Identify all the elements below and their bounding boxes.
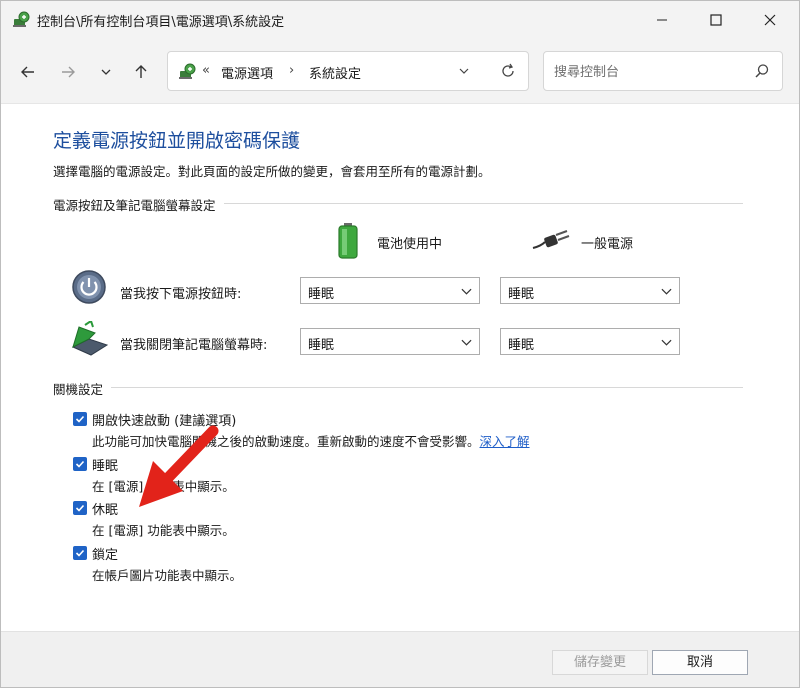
power-button-action-label: 當我按下電源按鈕時: — [120, 287, 242, 302]
navigation-bar: « 電源選項 › 系統設定 — [1, 39, 799, 104]
title-bar: 控制台\所有控制台項目\電源選項\系統設定 — [1, 1, 799, 39]
select-value: 睡眠 — [308, 287, 335, 302]
save-changes-button[interactable]: 儲存變更 — [552, 650, 648, 675]
page-description: 選擇電腦的電源設定。對此頁面的設定所做的變更，會套用至所有的電源計劃。 — [53, 164, 491, 179]
fast-startup-checkbox[interactable] — [73, 412, 87, 426]
lock-checkbox[interactable] — [73, 546, 87, 560]
power-button-battery-select[interactable]: 睡眠 — [300, 277, 480, 304]
control-panel-icon — [179, 63, 196, 79]
power-group-label: 電源按鈕及筆記電腦螢幕設定 — [53, 195, 224, 214]
column-header-battery: 電池使用中 — [337, 222, 467, 262]
control-panel-icon — [13, 11, 30, 27]
column-header-plugged-in: 一般電源 — [531, 222, 651, 262]
minimize-icon — [657, 19, 667, 21]
select-value: 睡眠 — [308, 338, 335, 353]
power-button-plugged-select[interactable]: 睡眠 — [500, 277, 680, 304]
sleep-description: 在 [電源] 功能表中顯示。 — [92, 479, 235, 494]
hibernate-description: 在 [電源] 功能表中顯示。 — [92, 523, 235, 538]
breadcrumb-overflow[interactable]: « — [202, 63, 210, 78]
breadcrumb-power-options[interactable]: 電源選項 — [221, 63, 273, 82]
laptop-lid-battery-select[interactable]: 睡眠 — [300, 328, 480, 355]
column-label-plugged-in: 一般電源 — [581, 237, 634, 252]
fast-startup-description: 此功能可加快電腦關機之後的啟動速度。重新啟動的速度不會受影響。深入了解 — [92, 431, 530, 450]
group-divider — [53, 387, 743, 388]
chevron-down-icon — [461, 339, 472, 346]
breadcrumb-system-settings[interactable]: 系統設定 — [309, 63, 361, 82]
learn-more-link[interactable]: 深入了解 — [480, 434, 530, 449]
fast-startup-label[interactable]: 開啟快速啟動 (建議選項) — [92, 410, 236, 429]
checkmark-icon — [75, 460, 85, 468]
laptop-lid-action-label: 當我關閉筆記電腦螢幕時: — [120, 338, 268, 353]
checkmark-icon — [75, 415, 85, 423]
hibernate-checkbox[interactable] — [73, 501, 87, 515]
battery-icon — [338, 223, 358, 259]
arrow-up-icon — [135, 65, 147, 78]
refresh-icon[interactable] — [500, 63, 516, 79]
fast-startup-desc-text: 此功能可加快電腦關機之後的啟動速度。重新啟動的速度不會受影響。 — [92, 434, 480, 449]
power-button-icon — [72, 270, 106, 304]
back-button[interactable] — [15, 59, 41, 85]
checkmark-icon — [75, 549, 85, 557]
column-label-battery: 電池使用中 — [377, 237, 443, 252]
sleep-checkbox[interactable] — [73, 457, 87, 471]
up-button[interactable] — [128, 59, 154, 85]
laptop-lid-icon — [71, 321, 109, 356]
arrow-right-icon — [62, 66, 75, 78]
power-plug-icon — [532, 230, 570, 249]
maximize-button[interactable] — [693, 1, 739, 39]
hibernate-label[interactable]: 休眠 — [92, 499, 118, 518]
lock-description: 在帳戶圖片功能表中顯示。 — [92, 568, 243, 583]
chevron-down-icon — [461, 288, 472, 295]
laptop-lid-plugged-select[interactable]: 睡眠 — [500, 328, 680, 355]
sleep-label[interactable]: 睡眠 — [92, 455, 118, 474]
forward-button[interactable] — [55, 59, 81, 85]
search-box — [543, 51, 783, 91]
page-title: 定義電源按鈕並開啟密碼保護 — [53, 130, 301, 152]
select-value: 睡眠 — [508, 287, 535, 302]
search-input[interactable] — [552, 60, 746, 84]
arrow-left-icon — [21, 66, 34, 78]
close-button[interactable] — [747, 1, 793, 39]
chevron-down-icon[interactable] — [458, 65, 470, 77]
select-value: 睡眠 — [508, 338, 535, 353]
address-bar[interactable]: « 電源選項 › 系統設定 — [167, 51, 529, 91]
chevron-down-icon — [101, 69, 111, 75]
breadcrumb-separator: › — [289, 63, 295, 78]
window-title: 控制台\所有控制台項目\電源選項\系統設定 — [37, 15, 285, 30]
close-icon — [764, 14, 776, 26]
recent-locations-button[interactable] — [93, 59, 119, 85]
dialog-footer: 儲存變更 取消 — [1, 631, 799, 687]
maximize-icon — [710, 14, 722, 26]
shutdown-group-label: 關機設定 — [53, 379, 112, 398]
system-settings-window: 控制台\所有控制台項目\電源選項\系統設定 « 電源選項 › 系統設定 搜尋控制… — [0, 0, 800, 688]
minimize-button[interactable] — [639, 1, 685, 39]
chevron-down-icon — [661, 339, 672, 346]
chevron-down-icon — [661, 288, 672, 295]
checkmark-icon — [75, 504, 85, 512]
search-icon[interactable] — [754, 63, 770, 79]
lock-label[interactable]: 鎖定 — [92, 544, 118, 563]
cancel-button[interactable]: 取消 — [652, 650, 748, 675]
